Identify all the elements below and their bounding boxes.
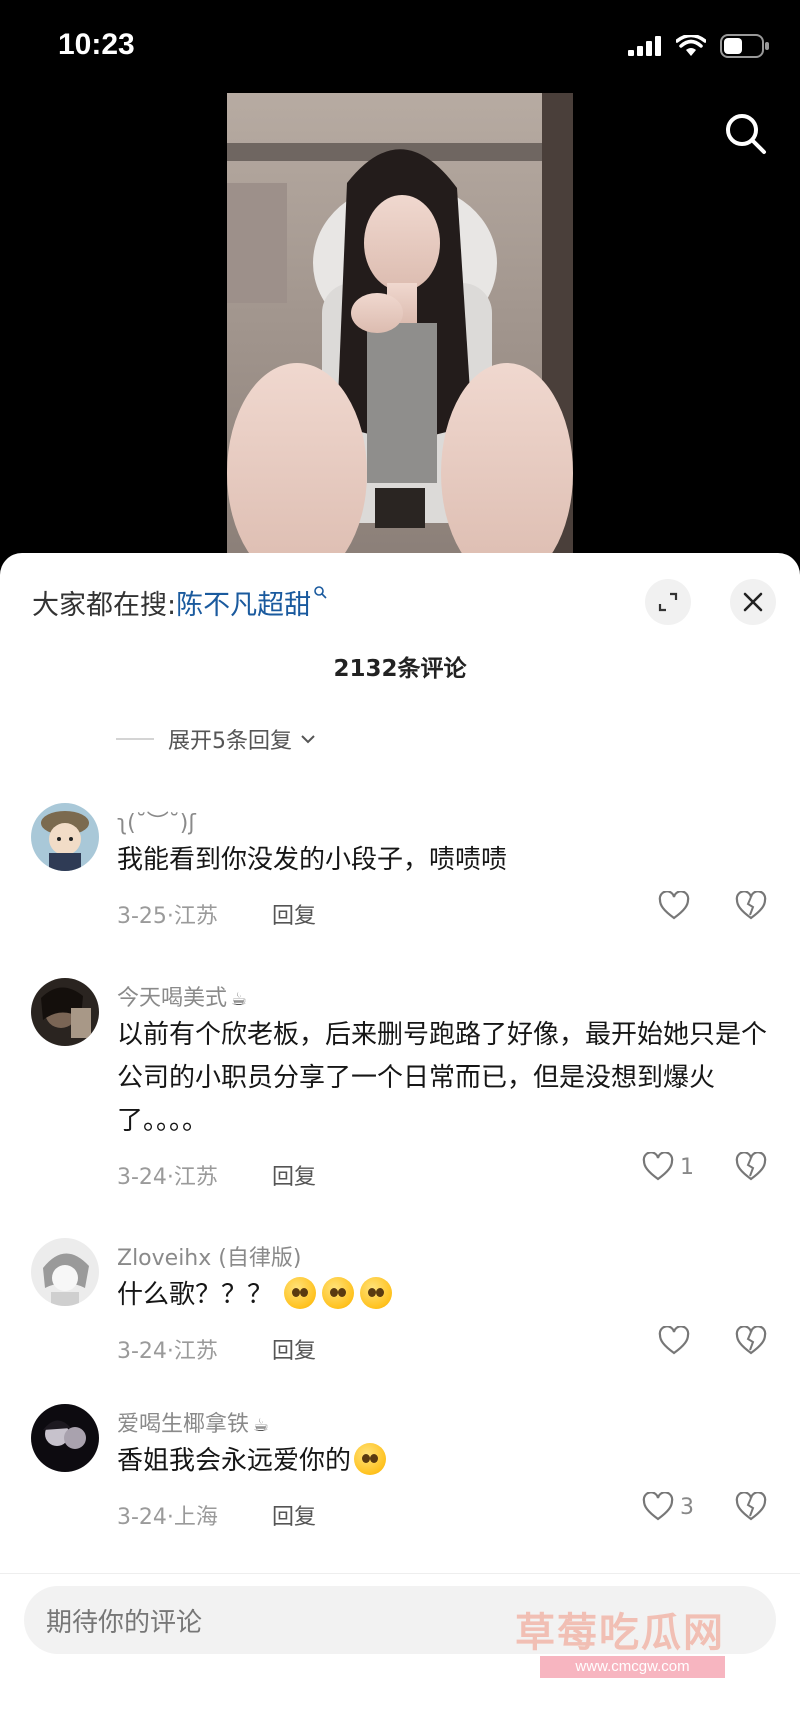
reply-button[interactable]: 回复 (272, 1159, 316, 1191)
divider-line (116, 738, 154, 740)
like-button[interactable]: 1 (642, 1152, 694, 1182)
trending-prefix: 大家都在搜: (32, 590, 177, 621)
emoji-icon (322, 1276, 355, 1309)
heart-icon (658, 891, 690, 920)
like-button[interactable] (658, 891, 696, 921)
video-still-image (227, 93, 573, 560)
comment-text-body: 香姐我会永远爱你的 (117, 1446, 352, 1476)
status-icons (628, 34, 770, 58)
heart-icon (642, 1492, 674, 1521)
chevron-down-icon (301, 735, 315, 744)
partially-hidden-row (116, 693, 766, 697)
reply-button[interactable]: 回复 (272, 1333, 316, 1365)
comment-text: 以前有个欣老板，后来删号跑路了好像，最开始她只是个公司的小职员分享了一个日常而已… (117, 1020, 768, 1136)
comment-username[interactable]: ʅ(˘︶˘)ʃ (117, 805, 196, 837)
emoji-icon (284, 1276, 317, 1309)
comment-date-location: 3-24·上海 (117, 1505, 218, 1530)
comment-date-location: 3-25·江苏 (117, 904, 218, 929)
search-icon (726, 114, 766, 154)
comment-input-bar: 期待你的评论 草莓吃瓜网 www.cmcgw.com (0, 1573, 800, 1731)
like-count: 3 (680, 1494, 694, 1520)
comment-list[interactable]: 展开5条回复 ʅ(˘︶˘)ʃ 我能看到你没发的小段子，啧啧啧 3-25·江苏 回… (0, 693, 800, 1723)
coffee-cup-icon: ☕ (253, 1415, 270, 1436)
search-button[interactable] (722, 110, 770, 158)
like-count: 1 (680, 1154, 694, 1180)
reply-button[interactable]: 回复 (272, 1499, 316, 1531)
comment-date-location: 3-24·江苏 (117, 1339, 218, 1364)
comment-username[interactable]: 今天喝美式 ☕ (117, 980, 247, 1012)
broken-heart-icon (735, 890, 767, 920)
close-button[interactable] (730, 579, 776, 625)
dislike-button[interactable] (735, 1151, 767, 1186)
comment-date-location: 3-24·江苏 (117, 1165, 218, 1190)
small-search-icon (314, 586, 327, 599)
broken-heart-icon (735, 1151, 767, 1181)
heart-icon (658, 1326, 690, 1355)
like-button[interactable]: 3 (642, 1492, 694, 1522)
comment-username[interactable]: Zloveihx (自律版) (117, 1240, 301, 1272)
expand-replies-button[interactable]: 展开5条回复 (116, 723, 316, 755)
broken-heart-icon (735, 1491, 767, 1521)
comment-text: 香姐我会永远爱你的 (117, 1440, 777, 1483)
comment-count: 2132条评论 (333, 656, 467, 682)
dislike-button[interactable] (735, 1491, 767, 1526)
close-icon (743, 592, 763, 612)
like-button[interactable] (658, 1326, 696, 1356)
avatar[interactable] (31, 1404, 99, 1472)
broken-heart-icon (735, 1325, 767, 1355)
comment-username-text: 爱喝生椰拿铁 (117, 1412, 250, 1437)
trending-keyword-link[interactable]: 陈不凡超甜 (176, 590, 311, 621)
avatar[interactable] (31, 803, 99, 871)
coffee-cup-icon: ☕ (231, 989, 248, 1010)
comment-sheet-header: 大家都在搜:陈不凡超甜 2132条评论 (0, 553, 800, 693)
comment-username[interactable]: 爱喝生椰拿铁 ☕ (117, 1406, 269, 1438)
comment-sheet: 大家都在搜:陈不凡超甜 2132条评论 展开5条回复 ʅ(˘︶˘)ʃ 我能看到你… (0, 553, 800, 1731)
expand-replies-label: 展开5条回复 (168, 729, 292, 754)
status-time: 10:23 (58, 28, 135, 61)
expand-icon (658, 592, 678, 612)
comment-text: 什么歌？？？ (117, 1274, 777, 1317)
heart-icon (642, 1152, 674, 1181)
dislike-button[interactable] (735, 1325, 767, 1360)
watermark-text: 草莓吃瓜网 (515, 1610, 725, 1656)
dislike-button[interactable] (735, 890, 767, 925)
watermark-url: www.cmcgw.com (540, 1656, 725, 1678)
trending-search[interactable]: 大家都在搜:陈不凡超甜 (32, 583, 327, 622)
avatar[interactable] (31, 1238, 99, 1306)
status-bar: 10:23 (0, 0, 800, 95)
expand-button[interactable] (645, 579, 691, 625)
video-frame[interactable] (227, 93, 573, 560)
emoji-icon (360, 1276, 393, 1309)
wifi-icon (676, 35, 706, 56)
crying-emoji-icon (354, 1442, 387, 1475)
comment-text: 我能看到你没发的小段子，啧啧啧 (117, 845, 508, 875)
comment-username-text: 今天喝美式 (117, 986, 228, 1011)
reply-button[interactable]: 回复 (272, 898, 316, 930)
avatar[interactable] (31, 978, 99, 1046)
cellular-signal-icon (628, 36, 661, 56)
battery-icon (720, 34, 769, 58)
comment-text-body: 什么歌？？？ (117, 1280, 274, 1310)
